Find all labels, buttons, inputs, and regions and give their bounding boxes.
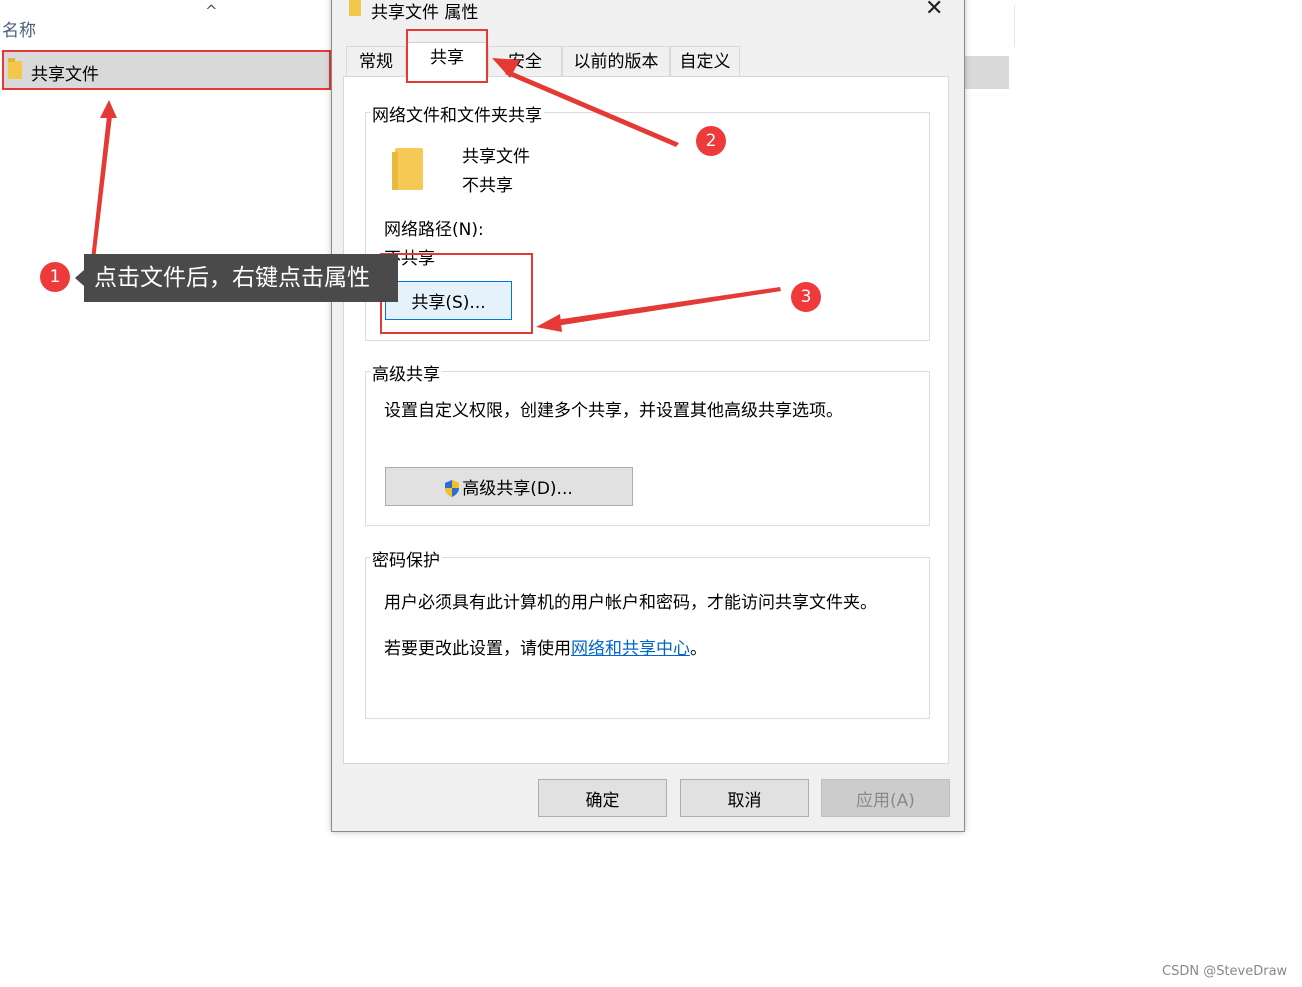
arrow-1-shaft — [91, 116, 112, 260]
arrow-3-head — [536, 314, 562, 332]
step-badge-3: 3 — [791, 282, 821, 312]
arrow-1-head — [100, 100, 117, 118]
annotation-arrows — [91, 58, 781, 332]
arrow-3-shaft — [555, 287, 781, 326]
watermark: CSDN @SteveDraw — [1162, 964, 1288, 979]
step-badge-2: 2 — [696, 126, 726, 156]
step-badge-1: 1 — [40, 262, 70, 292]
instruction-tooltip: 点击文件后，右键点击属性 — [75, 254, 398, 302]
arrow-2-shaft — [505, 70, 679, 147]
